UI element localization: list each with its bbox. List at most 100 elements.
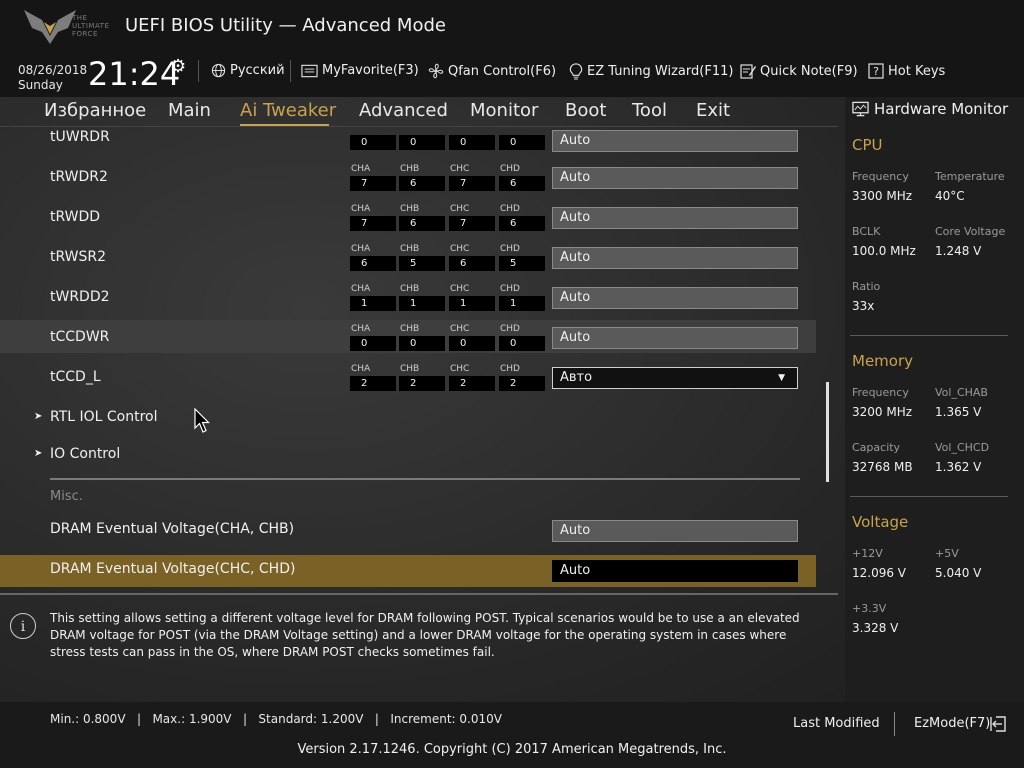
channel-value: 7: [449, 216, 495, 231]
header-separator: [290, 60, 291, 82]
tab-ai-tweaker[interactable]: Ai Tweaker: [240, 100, 336, 121]
monitor-divider: [850, 496, 1008, 497]
setting-value-field[interactable]: Auto: [552, 327, 798, 349]
settings-scrollbar[interactable]: [826, 382, 829, 482]
hot-keys-button[interactable]: ? Hot Keys: [868, 63, 945, 79]
channel-label: CHC: [450, 324, 470, 334]
language-button[interactable]: Русский: [211, 63, 285, 78]
channel-value: 0: [499, 336, 545, 351]
cpu-frequency-label: Frequency: [852, 170, 909, 183]
quick-note-button[interactable]: Quick Note(F9): [740, 63, 858, 79]
vol-chcd-label: Vol_CHCD: [935, 441, 990, 454]
setting-row-selected[interactable]: DRAM Eventual Voltage(CHC, CHD) Auto: [0, 555, 816, 587]
submenu-rtl-iol-control[interactable]: ➤ RTL IOL Control: [0, 403, 816, 433]
memory-heading: Memory: [852, 352, 914, 370]
channel-label: CHA: [351, 204, 371, 214]
voltage-heading: Voltage: [852, 513, 909, 531]
submenu-io-control[interactable]: ➤ IO Control: [0, 440, 816, 470]
setting-row[interactable]: tRWDR2 CHA CHB CHC CHD 7 6 7 6 Auto: [0, 160, 838, 200]
lightbulb-icon: [569, 63, 583, 80]
ezmode-button[interactable]: EzMode(F7): [914, 716, 990, 731]
vol-chab-value: 1.365 V: [935, 405, 982, 419]
setting-row-hover[interactable]: tCCDWR CHA CHB CHC CHD 0 0 0 0 Auto: [0, 320, 816, 353]
tab-favorites[interactable]: Избранное: [44, 100, 146, 121]
last-modified-button[interactable]: Last Modified: [793, 716, 880, 731]
channel-label: CHC: [450, 127, 469, 129]
memory-frequency-value: 3200 MHz: [852, 405, 913, 419]
language-label: Русский: [230, 63, 285, 78]
setting-row[interactable]: tUWRDR CHA CHB CHC CHD 0 0 0 0 Auto: [0, 127, 838, 159]
clock-settings-gear-icon[interactable]: ⚙: [170, 56, 186, 77]
channel-label: CHA: [351, 284, 371, 294]
tab-exit[interactable]: Exit: [696, 100, 730, 121]
setting-value-field[interactable]: Auto: [552, 287, 798, 309]
channel-value: 2: [350, 376, 396, 391]
memory-frequency-label: Frequency: [852, 386, 909, 399]
cpu-temperature-label: Temperature: [935, 170, 1005, 183]
v5-label: +5V: [935, 547, 959, 560]
dropdown-value: Авто: [560, 370, 593, 385]
v12-label: +12V: [852, 547, 883, 560]
channel-value: 2: [499, 376, 545, 391]
mouse-cursor-icon: [194, 408, 210, 433]
channel-label: CHA: [351, 164, 371, 174]
setting-label: DRAM Eventual Voltage(CHC, CHD): [50, 561, 296, 577]
exit-to-ezmode-icon[interactable]: [990, 716, 1006, 732]
v12-value: 12.096 V: [852, 566, 907, 580]
tab-advanced[interactable]: Advanced: [359, 100, 448, 121]
channel-label: CHB: [400, 164, 420, 174]
channel-label: CHD: [500, 164, 520, 174]
v5-value: 5.040 V: [935, 566, 982, 580]
setting-value-field[interactable]: Auto: [552, 130, 798, 152]
vol-chcd-value: 1.362 V: [935, 460, 982, 474]
core-voltage-label: Core Voltage: [935, 225, 1006, 238]
channel-label: CHB: [400, 244, 420, 254]
channel-label: CHB: [400, 127, 419, 129]
ez-tuning-wizard-button[interactable]: EZ Tuning Wizard(F11): [569, 63, 733, 80]
setting-value-field[interactable]: Auto: [552, 167, 798, 189]
channel-label: CHB: [400, 284, 420, 294]
channel-label: CHA: [351, 324, 371, 334]
setting-dropdown[interactable]: Авто ▼: [552, 367, 798, 389]
chevron-down-icon: ▼: [778, 373, 785, 383]
cpu-frequency-value: 3300 MHz: [852, 189, 913, 203]
channel-label: CHC: [450, 204, 470, 214]
setting-value-field[interactable]: Auto: [552, 247, 798, 269]
setting-value-field[interactable]: Auto: [552, 520, 798, 542]
setting-value-field[interactable]: Auto: [552, 560, 798, 582]
channel-value: 0: [449, 135, 495, 150]
setting-row[interactable]: tWRDD2 CHA CHB CHC CHD 1 1 1 1 Auto: [0, 280, 838, 320]
cpu-heading: CPU: [852, 136, 883, 154]
setting-value-field[interactable]: Auto: [552, 207, 798, 229]
settings-panel: tUWRDR CHA CHB CHC CHD 0 0 0 0 Auto tRWD…: [0, 127, 838, 593]
setting-row[interactable]: tCCD_L CHA CHB CHC CHD 2 2 2 2 Авто ▼: [0, 360, 838, 400]
setting-row[interactable]: tRWSR2 CHA CHB CHC CHD 6 5 6 5 Auto: [0, 240, 838, 280]
qfan-control-button[interactable]: Qfan Control(F6): [428, 63, 556, 79]
channel-value: 5: [499, 256, 545, 271]
channel-label: CHC: [450, 364, 470, 374]
v33-value: 3.328 V: [852, 621, 899, 635]
capacity-value: 32768 MB: [852, 460, 913, 474]
myfavorite-label: MyFavorite(F3): [322, 63, 419, 78]
tab-main[interactable]: Main: [168, 100, 211, 121]
tab-boot[interactable]: Boot: [565, 100, 606, 121]
tab-monitor[interactable]: Monitor: [470, 100, 538, 121]
channel-value: 6: [449, 256, 495, 271]
note-icon: [740, 64, 756, 79]
tab-tool[interactable]: Tool: [632, 100, 667, 121]
channel-label: CHA: [351, 364, 371, 374]
channel-value: 0: [350, 336, 396, 351]
bclk-label: BCLK: [852, 225, 881, 238]
setting-row[interactable]: DRAM Eventual Voltage(CHA, CHB) Auto: [0, 514, 816, 548]
core-voltage-value: 1.248 V: [935, 244, 982, 258]
setting-row[interactable]: tRWDD CHA CHB CHC CHD 7 6 7 6 Auto: [0, 200, 838, 240]
channel-label: CHB: [400, 204, 420, 214]
cpu-temperature-value: 40°C: [935, 189, 965, 203]
setting-label: tRWDR2: [50, 169, 108, 185]
info-icon: i: [10, 613, 36, 639]
channel-value: 0: [399, 135, 445, 150]
myfavorite-button[interactable]: MyFavorite(F3): [301, 63, 419, 78]
channel-label: CHD: [500, 204, 520, 214]
channel-value: 1: [350, 296, 396, 311]
channel-value: 1: [499, 296, 545, 311]
